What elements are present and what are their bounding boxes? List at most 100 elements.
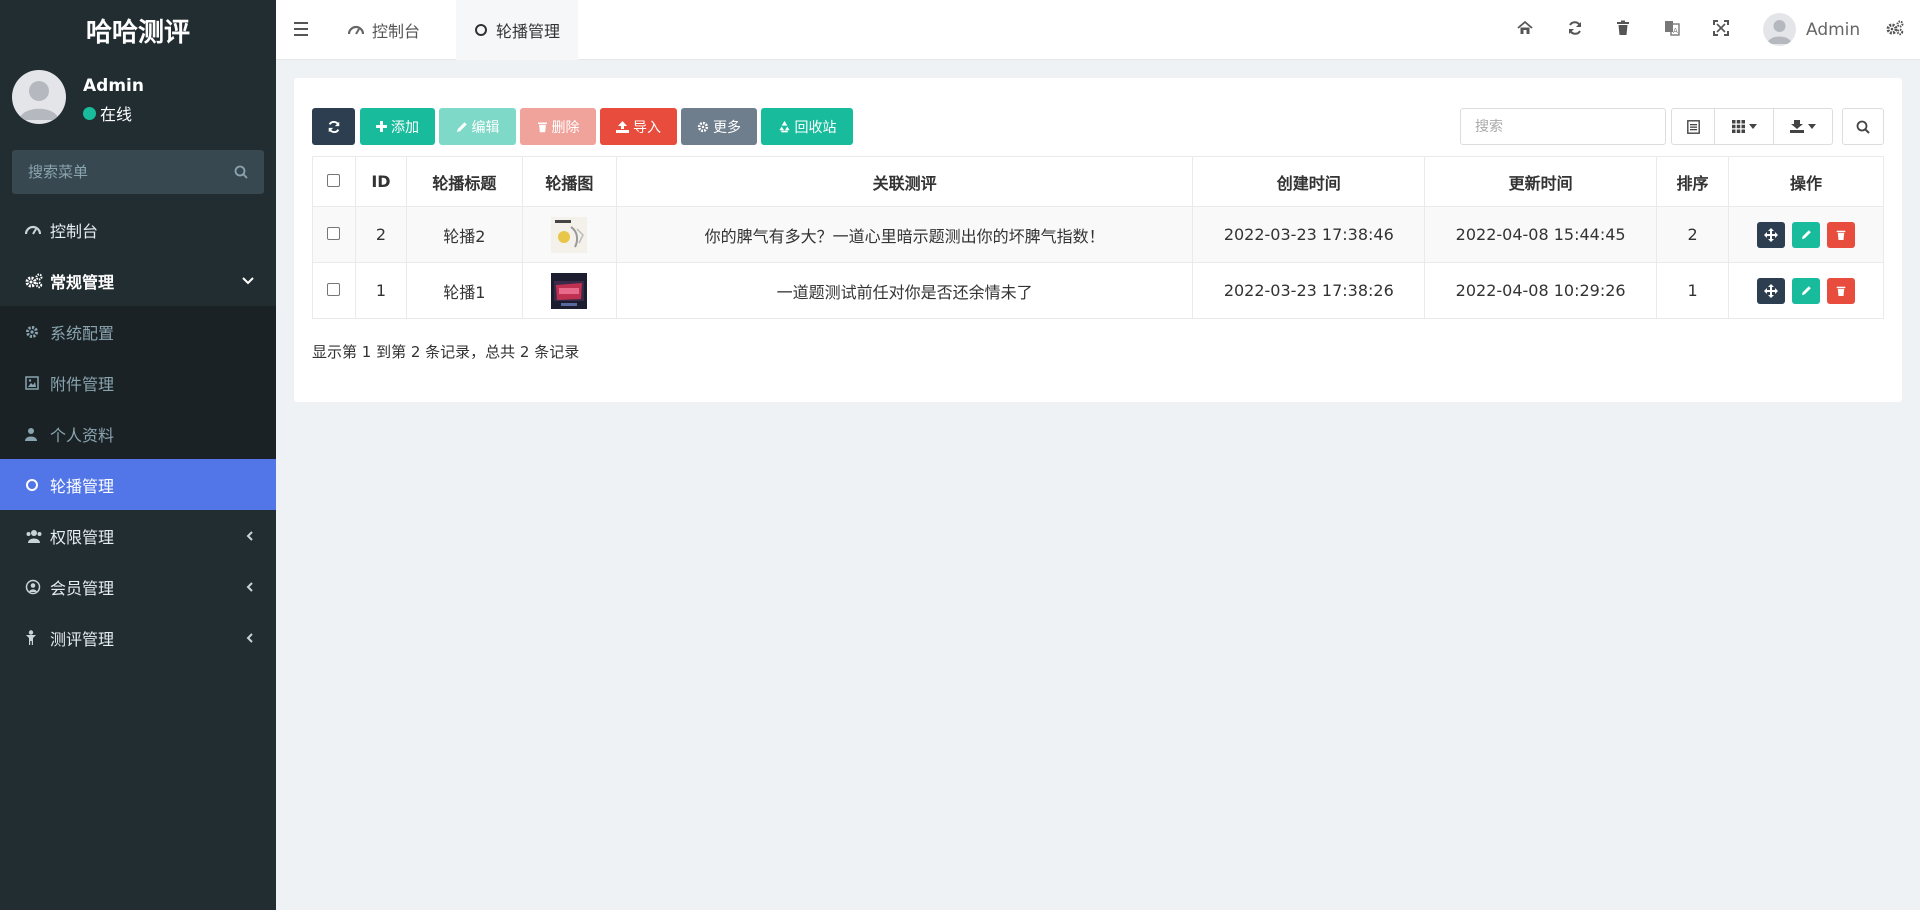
table-search-input[interactable]: [1460, 108, 1666, 145]
gear-icon: [25, 325, 45, 339]
sidebar-item-attachments[interactable]: 附件管理: [0, 357, 276, 408]
table-header-row: ID 轮播标题 轮播图 关联测评 创建时间 更新时间 排序 操作: [312, 156, 1884, 207]
search-icon[interactable]: [234, 165, 248, 179]
svg-text:A: A: [1673, 27, 1678, 35]
sidebar-item-label: 权限管理: [50, 527, 115, 547]
app-logo[interactable]: 哈哈测评: [0, 0, 276, 60]
sidebar-menu: 控制台 常规管理 系统配置 附件管理 个人资料 轮播管理 权限管理 会员管理 测…: [0, 204, 276, 663]
circle-icon: [25, 478, 45, 492]
sidebar-item-carousel[interactable]: 轮播管理: [0, 459, 276, 510]
avatar: [1763, 13, 1796, 46]
menu-search: [12, 150, 264, 194]
dashboard-icon: [348, 23, 364, 37]
arrows-move-icon: [1763, 283, 1778, 298]
refresh-icon[interactable]: [1567, 20, 1583, 36]
drag-sort-button[interactable]: [1756, 277, 1785, 304]
topbar-user[interactable]: Admin: [1763, 13, 1860, 46]
recycle-bin-button[interactable]: 回收站: [761, 108, 853, 145]
table-row[interactable]: 2 轮播2 你的脾气有多大？一道心里暗示题测出你的坏脾气指数！ 2022-03-…: [312, 206, 1884, 263]
column-header-id[interactable]: ID: [354, 156, 407, 207]
image-icon: [25, 375, 45, 390]
export-button[interactable]: [1773, 108, 1833, 145]
child-icon: [25, 629, 45, 646]
user-circle-icon: [25, 579, 45, 595]
translate-icon[interactable]: A: [1664, 20, 1680, 36]
table-row[interactable]: 1 轮播1 一道题测试前任对你是否还余情未了 2022-03-23 17:38:…: [312, 262, 1884, 319]
user-icon: [25, 427, 45, 441]
cell-created: 2022-03-23 17:38:26: [1192, 262, 1426, 319]
sidebar: 哈哈测评 Admin 在线 控制台 常规管理: [0, 0, 276, 910]
topbar: 控制台 轮播管理 A Admin: [276, 0, 1920, 60]
fullscreen-icon[interactable]: [1713, 20, 1729, 36]
cell-title: 轮播2: [405, 206, 523, 263]
home-icon[interactable]: [1517, 20, 1533, 36]
row-delete-button[interactable]: [1827, 221, 1856, 248]
user-name: Admin: [83, 76, 144, 96]
sidebar-item-dashboard[interactable]: 控制台: [0, 204, 276, 255]
menu-toggle-icon[interactable]: [294, 20, 310, 38]
chevron-left-icon: [246, 581, 254, 593]
delete-button[interactable]: 删除: [520, 108, 596, 145]
pagination-info: 显示第 1 到第 2 条记录，总共 2 条记录: [312, 343, 580, 361]
recycle-icon: [778, 120, 791, 133]
refresh-icon: [327, 120, 341, 134]
sidebar-item-general[interactable]: 常规管理: [0, 255, 276, 306]
menu-search-input[interactable]: [28, 163, 234, 181]
column-header-title[interactable]: 轮播标题: [405, 156, 523, 207]
more-button[interactable]: 更多: [681, 108, 757, 145]
user-status: 在线: [83, 101, 132, 125]
edit-label: 编辑: [471, 119, 500, 136]
circle-icon: [474, 23, 488, 37]
row-checkbox[interactable]: [327, 283, 341, 296]
sidebar-item-tests[interactable]: 测评管理: [0, 612, 276, 663]
tab-carousel[interactable]: 轮播管理: [456, 0, 579, 60]
content-panel: 添加 编辑 删除 导入 更多 回收站 ID 轮: [294, 78, 1902, 402]
grid-icon: [1731, 120, 1745, 133]
row-checkbox[interactable]: [327, 227, 341, 240]
refresh-button[interactable]: [312, 108, 355, 145]
sidebar-item-members[interactable]: 会员管理: [0, 561, 276, 612]
drag-sort-button[interactable]: [1756, 221, 1785, 248]
group-icon: [25, 529, 45, 543]
cell-id: 2: [354, 206, 407, 263]
cell-test[interactable]: 一道题测试前任对你是否还余情未了: [615, 262, 1194, 319]
delete-label: 删除: [551, 119, 580, 136]
column-header-test[interactable]: 关联测评: [615, 156, 1194, 207]
pencil-icon: [1801, 285, 1812, 296]
sidebar-item-system-config[interactable]: 系统配置: [0, 306, 276, 357]
select-all-checkbox[interactable]: [327, 174, 341, 187]
columns-button[interactable]: [1714, 108, 1774, 145]
tab-dashboard[interactable]: 控制台: [330, 0, 438, 60]
cell-title: 轮播1: [405, 262, 523, 319]
cogs-icon: [25, 273, 45, 289]
chevron-left-icon: [246, 530, 254, 542]
user-panel: Admin 在线: [0, 60, 276, 136]
toggle-view-button[interactable]: [1671, 108, 1715, 145]
carousel-thumbnail[interactable]: [551, 216, 588, 253]
user-avatar: [12, 70, 66, 124]
search-icon: [1856, 120, 1870, 134]
caret-down-icon: [1808, 124, 1816, 129]
column-header-image[interactable]: 轮播图: [521, 156, 617, 207]
trash-icon: [1836, 285, 1846, 297]
carousel-thumbnail[interactable]: [551, 272, 588, 309]
import-button[interactable]: 导入: [600, 108, 677, 145]
carousel-table: ID 轮播标题 轮播图 关联测评 创建时间 更新时间 排序 操作 2 轮播2 你…: [312, 156, 1884, 319]
settings-cogs-icon[interactable]: [1886, 20, 1904, 36]
column-header-updated[interactable]: 更新时间: [1424, 156, 1658, 207]
sidebar-item-label: 系统配置: [50, 323, 115, 343]
column-header-created[interactable]: 创建时间: [1192, 156, 1426, 207]
row-edit-button[interactable]: [1792, 221, 1821, 248]
sidebar-item-permissions[interactable]: 权限管理: [0, 510, 276, 561]
sidebar-item-profile[interactable]: 个人资料: [0, 408, 276, 459]
edit-button[interactable]: 编辑: [439, 108, 516, 145]
row-delete-button[interactable]: [1827, 277, 1856, 304]
cell-test[interactable]: 你的脾气有多大？一道心里暗示题测出你的坏脾气指数！: [615, 206, 1194, 263]
sidebar-item-label: 附件管理: [50, 374, 115, 394]
sidebar-submenu-general: 系统配置 附件管理 个人资料: [0, 306, 276, 459]
trash-icon[interactable]: [1616, 20, 1630, 36]
row-edit-button[interactable]: [1792, 277, 1821, 304]
column-header-sort[interactable]: 排序: [1656, 156, 1730, 207]
add-button[interactable]: 添加: [360, 108, 435, 145]
advanced-search-button[interactable]: [1842, 108, 1884, 145]
